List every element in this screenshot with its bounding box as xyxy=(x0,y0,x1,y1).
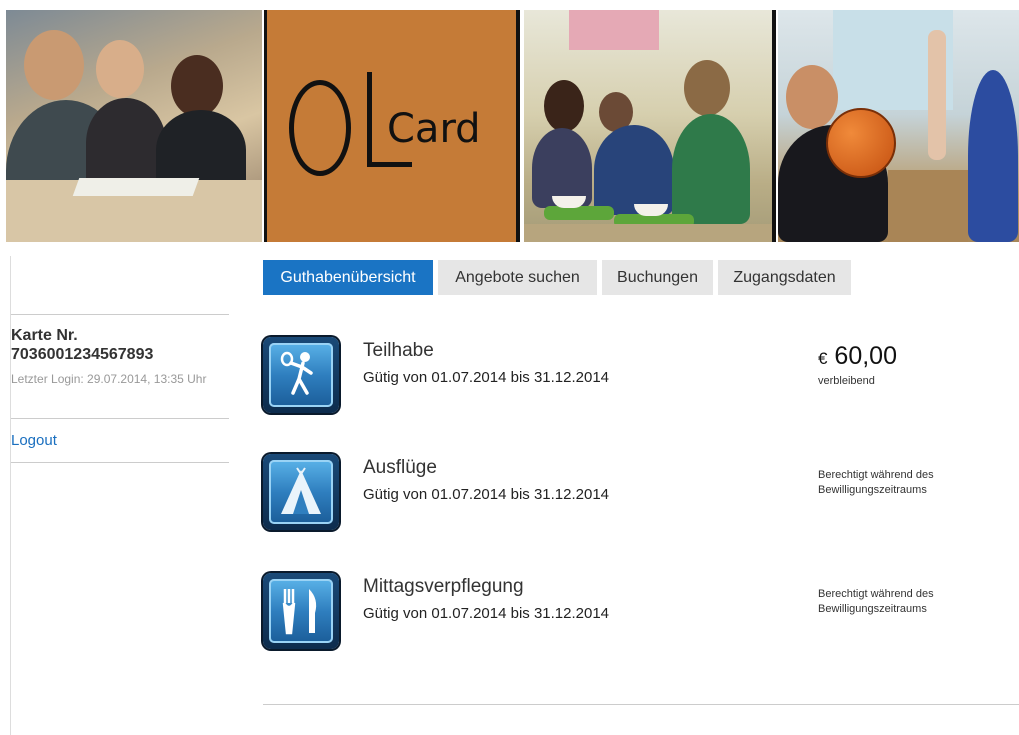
balance-note: verbleibend xyxy=(818,375,875,387)
sidebar: Karte Nr. 7036001234567893 Letzter Login… xyxy=(10,256,229,735)
remaining-balance: € 60,00 xyxy=(818,342,897,371)
item-title: Teilhabe xyxy=(363,340,434,361)
item-validity: Gütig von 01.07.2014 bis 31.12.2014 xyxy=(363,369,610,386)
list-item-ausfluege: Ausflüge Gütig von 01.07.2014 bis 31.12.… xyxy=(263,454,1003,534)
tab-guthabenuebersicht[interactable]: Guthabenübersicht xyxy=(263,260,433,295)
logo-card-text: Card xyxy=(387,106,481,152)
banner-photo-basketball xyxy=(778,10,1019,242)
card-number: 7036001234567893 xyxy=(11,346,154,363)
logo-letter-o xyxy=(289,80,351,176)
item-validity: Gütig von 01.07.2014 bis 31.12.2014 xyxy=(363,486,610,503)
tennis-player-icon xyxy=(263,337,339,413)
tent-icon xyxy=(263,454,339,530)
tab-buchungen[interactable]: Buchungen xyxy=(602,260,713,295)
entitlement-note: Berechtigt während des Bewilligungszeitr… xyxy=(818,469,934,496)
last-login-text: Letzter Login: 29.07.2014, 13:35 Uhr xyxy=(11,372,207,386)
item-title: Mittagsverpflegung xyxy=(363,576,524,597)
card-number-label: Karte Nr. xyxy=(11,327,78,344)
entitlement-note: Berechtigt während des Bewilligungszeitr… xyxy=(818,588,934,615)
item-title: Ausflüge xyxy=(363,457,437,478)
banner-photo-cafeteria xyxy=(524,10,776,242)
tab-zugangsdaten[interactable]: Zugangsdaten xyxy=(718,260,851,295)
currency-symbol: € xyxy=(818,349,828,368)
fork-knife-icon xyxy=(263,573,339,649)
olcard-logo: Card xyxy=(264,10,520,242)
list-item-teilhabe: Teilhabe Gütig von 01.07.2014 bis 31.12.… xyxy=(263,337,1003,417)
banner-photo-classroom xyxy=(6,10,262,242)
item-validity: Gütig von 01.07.2014 bis 31.12.2014 xyxy=(363,605,610,622)
tab-angebote-suchen[interactable]: Angebote suchen xyxy=(438,260,597,295)
logout-link[interactable]: Logout xyxy=(11,432,57,449)
sidebar-divider xyxy=(11,462,229,463)
balance-amount: 60,00 xyxy=(834,342,897,370)
sidebar-divider xyxy=(11,418,229,419)
list-item-mittagsverpflegung: Mittagsverpflegung Gütig von 01.07.2014 … xyxy=(263,573,1003,653)
content-divider xyxy=(263,704,1019,705)
sidebar-divider xyxy=(11,314,229,315)
header-banner: Card xyxy=(6,10,1019,242)
